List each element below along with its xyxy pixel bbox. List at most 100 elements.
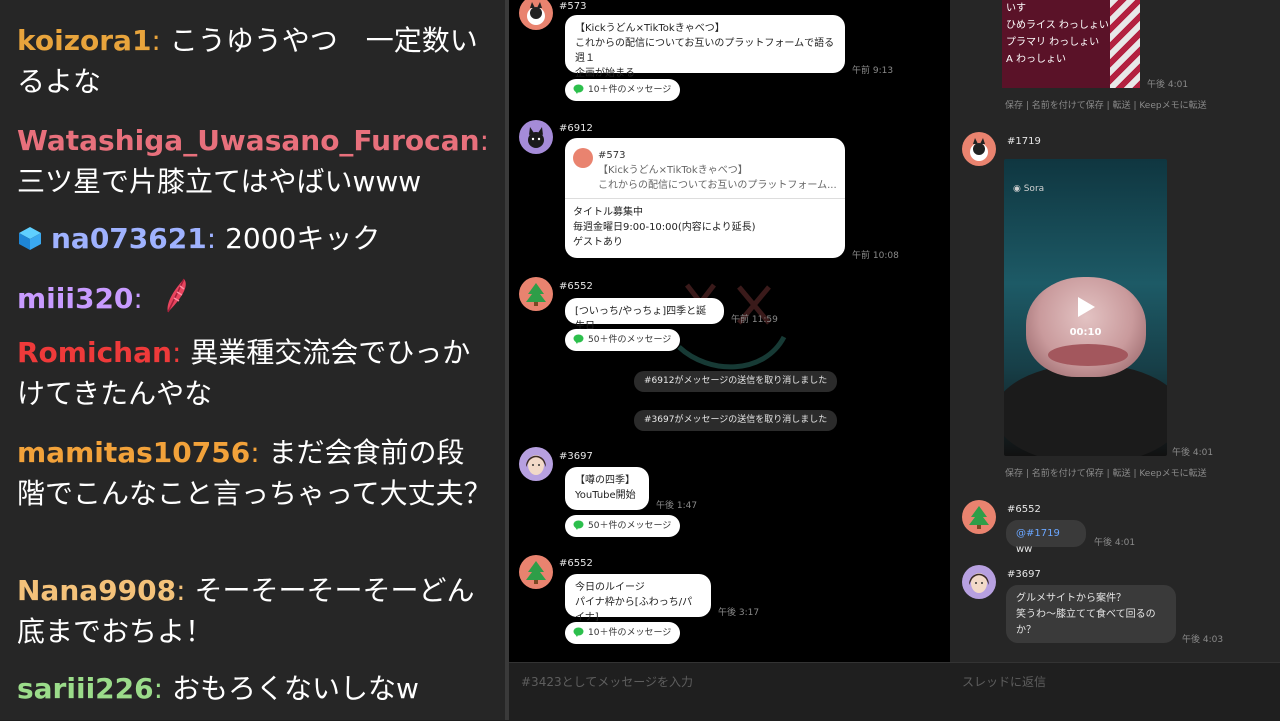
message-bubble[interactable]: @#1719 ww xyxy=(1006,520,1086,555)
save-as-button[interactable]: 名前を付けて保存 xyxy=(1032,469,1104,479)
avatar[interactable] xyxy=(519,277,553,311)
chat-bubble-icon xyxy=(573,520,584,530)
media-actions: 保存 | 名前を付けて保存 | 転送 | Keepメモに転送 xyxy=(1005,469,1207,479)
message-bubble[interactable]: 今日のルイージ パイナ枠から[ふわっち/パイナ] xyxy=(565,574,711,623)
avatar[interactable] xyxy=(962,500,996,534)
forward-button[interactable]: 転送 xyxy=(1113,101,1131,111)
message-bubble[interactable]: 【Kickうどん×TikTokきゃべつ】 これからの配信についてお互いのプラット… xyxy=(565,15,845,79)
timestamp: 午後 4:03 xyxy=(1182,635,1224,645)
chat-message: Watashiga_Uwasano_Furocan: 三ツ星で片膝立てはやばいw… xyxy=(17,124,489,198)
chat-username[interactable]: Romichan xyxy=(17,336,172,369)
timestamp: 午後 4:01 xyxy=(1172,448,1214,458)
video-duration: 00:10 xyxy=(1069,327,1102,338)
chat-text: 2000キック xyxy=(225,222,381,255)
avatar[interactable] xyxy=(519,0,553,30)
chat-username[interactable]: miii320 xyxy=(17,282,133,315)
feather-emote xyxy=(167,278,186,313)
message-line: パイナ枠から[ふわっち/パイナ] xyxy=(575,597,693,623)
message-text: タイトル募集中 毎週金曜日9:00-10:00(内容により延長) ゲストあり xyxy=(573,205,756,250)
chat-username[interactable]: Watashiga_Uwasano_Furocan xyxy=(17,124,480,157)
chat-username[interactable]: koizora1 xyxy=(17,24,151,57)
chat-username[interactable]: na073621 xyxy=(51,222,207,255)
save-as-button[interactable]: 名前を付けて保存 xyxy=(1032,101,1104,111)
save-button[interactable]: 保存 xyxy=(1005,101,1023,111)
avatar[interactable] xyxy=(962,132,996,166)
reply-count-button[interactable]: 10＋件のメッセージ xyxy=(565,622,681,644)
avatar[interactable] xyxy=(962,565,996,599)
sender-id[interactable]: #6912 xyxy=(559,123,593,134)
message-bubble[interactable]: #573 【Kickうどん×TikTokきゃべつ】 これからの配信についてお互い… xyxy=(565,138,845,258)
keep-forward-button[interactable]: Keepメモに転送 xyxy=(1139,469,1206,479)
thread-reply-placeholder: スレッドに返信 xyxy=(962,675,1047,689)
media-actions: 保存 | 名前を付けて保存 | 転送 | Keepメモに転送 xyxy=(1005,101,1207,111)
avatar[interactable] xyxy=(519,120,553,154)
timestamp: 午後 4:01 xyxy=(1094,538,1136,548)
timestamp: 午前 11:59 xyxy=(731,315,778,325)
timestamp: 午後 4:01 xyxy=(1147,80,1189,90)
sender-id[interactable]: #573 xyxy=(559,1,586,12)
chat-bubble-icon xyxy=(573,84,584,94)
image-text: ひめライス わっしょい xyxy=(1006,20,1109,31)
system-message: #3697がメッセージの送信を取り消しました xyxy=(634,410,838,431)
chat-message: koizora1: こうゆうやつ 一定数いるよな xyxy=(17,24,478,98)
quote-divider xyxy=(565,198,845,199)
reply-count-button[interactable]: 10＋件のメッセージ xyxy=(565,79,681,101)
avatar[interactable] xyxy=(519,555,553,589)
image-text: プラマリ わっしょい xyxy=(1006,37,1100,48)
shared-image[interactable]: いす ひめライス わっしょい プラマリ わっしょい A わっしょい xyxy=(1002,0,1140,88)
message-input[interactable]: #3423としてメッセージを入力 xyxy=(509,662,950,721)
message-bubble[interactable]: 【噂の四季】 YouTube開始 xyxy=(565,467,649,510)
chat-username[interactable]: mamitas10756 xyxy=(17,436,250,469)
quoted-message[interactable]: #573 【Kickうどん×TikTokきゃべつ】 これからの配信についてお互い… xyxy=(598,148,837,193)
message-line: これからの配信についてお互いのプラットフォームで語る週１ xyxy=(575,38,835,64)
timestamp: 午前 10:08 xyxy=(852,251,899,261)
image-text: A わっしょい xyxy=(1006,54,1067,65)
chat-message: sariii226: おもろくないしなw xyxy=(17,672,419,705)
message-line: 【噂の四季】 xyxy=(575,475,635,486)
chat-message: miii320: xyxy=(17,276,492,319)
avatar[interactable] xyxy=(519,447,553,481)
live-chat-panel: koizora1: こうゆうやつ 一定数いるよな Watashiga_Uwasa… xyxy=(0,0,505,720)
video-thumbnail[interactable]: ◉ Sora 00:10 xyxy=(1004,159,1167,456)
chat-message: Nana9908: そーそーそーそーどん底までおちよ！ xyxy=(17,574,475,648)
quote-avatar xyxy=(573,148,593,168)
message-line: グルメサイトから案件？ xyxy=(1016,593,1126,604)
thread-panel: いす ひめライス わっしょい プラマリ わっしょい A わっしょい 午後 4:0… xyxy=(950,0,1280,662)
chat-message: mamitas10756: まだ会食前の段階でこんなこと言っちゃって大丈夫？ xyxy=(17,436,492,510)
quoted-sender: #573 xyxy=(598,150,626,161)
quoted-line: これからの配信についてお互いのプラットフォーム... xyxy=(598,180,837,191)
message-line: 毎週金曜日9:00-10:00(内容により延長) xyxy=(573,222,756,233)
cube-icon xyxy=(19,227,41,250)
message-line: 【Kickうどん×TikTokきゃべつ】 xyxy=(575,23,725,34)
message-input-placeholder: #3423としてメッセージを入力 xyxy=(521,675,693,689)
chat-bubble-icon xyxy=(573,627,584,637)
chat-username[interactable]: Nana9908 xyxy=(17,574,176,607)
save-button[interactable]: 保存 xyxy=(1005,469,1023,479)
reply-count-button[interactable]: 50＋件のメッセージ xyxy=(565,329,681,351)
sender-id[interactable]: #6552 xyxy=(559,281,593,292)
sender-id[interactable]: #6552 xyxy=(559,558,593,569)
image-text: いす xyxy=(1006,3,1026,14)
message-bubble[interactable]: グルメサイトから案件？ 笑うわ～膝立てて食べて回るの か？ xyxy=(1006,585,1176,643)
sender-id[interactable]: #1719 xyxy=(1007,136,1041,147)
system-message: #6912がメッセージの送信を取り消しました xyxy=(634,371,838,392)
chat-text: 三ツ星で片膝立てはやばいwww xyxy=(17,165,422,198)
reply-count-button[interactable]: 50＋件のメッセージ xyxy=(565,515,681,537)
message-line: YouTube開始 xyxy=(575,490,636,501)
reply-count-label: 50＋件のメッセージ xyxy=(588,521,672,531)
chat-username[interactable]: sariii226 xyxy=(17,672,154,705)
play-icon[interactable] xyxy=(1072,294,1098,320)
reply-count-label: 10＋件のメッセージ xyxy=(588,85,672,95)
thread-reply-input[interactable]: スレッドに返信 xyxy=(950,662,1280,721)
keep-forward-button[interactable]: Keepメモに転送 xyxy=(1139,101,1206,111)
sender-id[interactable]: #3697 xyxy=(559,451,593,462)
message-line: か？ xyxy=(1016,625,1036,636)
quoted-line: 【Kickうどん×TikTokきゃべつ】 xyxy=(598,165,748,176)
message-bubble[interactable]: [ついっち/やっちょ]四季と誕生日 xyxy=(565,298,724,332)
forward-button[interactable]: 転送 xyxy=(1113,469,1131,479)
message-line: 笑うわ～膝立てて食べて回るの xyxy=(1016,609,1156,620)
sender-id[interactable]: #3697 xyxy=(1007,569,1041,580)
sender-id[interactable]: #6552 xyxy=(1007,504,1041,515)
chat-message: Romichan: 異業種交流会でひっかけてきたんやな xyxy=(17,336,471,410)
mention-link[interactable]: @#1719 xyxy=(1016,528,1060,539)
